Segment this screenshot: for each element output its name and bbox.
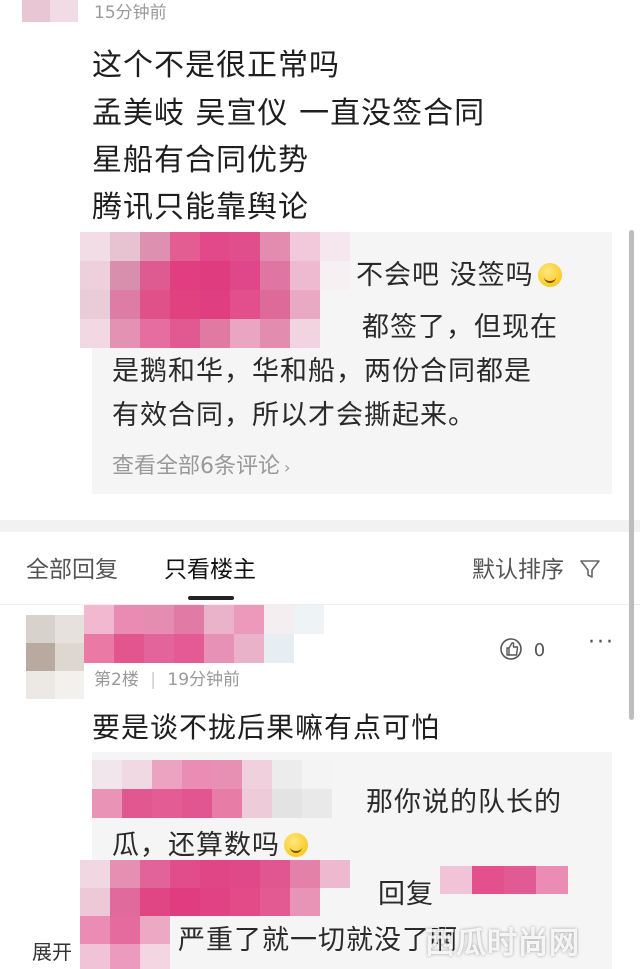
watermark: 西瓜时尚网: [425, 926, 580, 961]
floor2-comment-text: 要是谈不拢后果嘛有点可怕: [92, 711, 441, 744]
floor2-reply1-username-mosaic: [92, 760, 362, 818]
chevron-right-icon: ›: [284, 458, 291, 477]
section-divider: [0, 520, 640, 532]
floor2-meta: 第2楼 | 19分钟前: [94, 670, 241, 690]
floor-number: 第2楼: [94, 670, 139, 690]
floor2-reply2-mid: 回复: [378, 879, 434, 910]
floor2-reply2-username-mosaic: [80, 860, 380, 916]
see-all-label: 查看全部6条评论: [112, 454, 280, 479]
smile-emoji-icon: [284, 833, 308, 857]
floor2-reply2-target-mosaic: [440, 866, 568, 894]
thumbs-up-icon: [500, 638, 522, 660]
comment-time: 15分钟前: [94, 3, 167, 23]
comment-line-4: 腾讯只能靠舆论: [92, 190, 309, 225]
see-all-comments-link[interactable]: 查看全部6条评论 ›: [112, 448, 290, 480]
sort-dropdown[interactable]: 默认排序: [472, 550, 601, 584]
tab-owner-only[interactable]: 只看楼主: [164, 550, 256, 584]
smile-emoji-icon: [537, 263, 562, 287]
tab-all-replies[interactable]: 全部回复: [26, 550, 118, 584]
comment-line-2: 孟美岐 吴宣仪 一直没签合同: [92, 96, 486, 131]
reply-1-content: 不会吧 没签吗: [356, 260, 534, 291]
expand-button[interactable]: 展开: [26, 934, 78, 967]
comment-line-3: 星船有合同优势: [92, 143, 309, 178]
floor2-reply2-user2-mosaic: [80, 916, 170, 969]
active-tab-indicator: [188, 596, 234, 600]
floor2-reply2-tail: 严重了就一切就没了啊: [178, 925, 458, 956]
reply-2-line-3: 有效合同，所以才会撕起来。: [112, 400, 476, 431]
like-button[interactable]: 0: [498, 636, 545, 662]
floor2-time: 19分钟前: [167, 670, 241, 690]
reply-2-line-1: 都签了，但现在: [362, 312, 558, 343]
floor2-username-mosaic: [84, 605, 324, 663]
filter-icon: [580, 560, 601, 578]
comment-line-1: 这个不是很正常吗: [92, 48, 340, 83]
sort-label: 默认排序: [472, 557, 564, 583]
reply-2-line-2: 是鹅和华，华和船，两份合同都是: [112, 356, 532, 387]
floor2-reply1-line2: 瓜，还算数吗: [112, 823, 308, 862]
more-options-icon[interactable]: ···: [588, 630, 615, 655]
like-count: 0: [533, 640, 546, 661]
avatar-top[interactable]: [22, 0, 78, 22]
scrollbar[interactable]: [629, 230, 634, 720]
floor2-reply1-line1: 那你说的队长的: [366, 787, 562, 818]
avatar-floor2[interactable]: [26, 615, 84, 699]
reply-1-text: 不会吧 没签吗: [356, 253, 562, 292]
floor2-reply1-line2-text: 瓜，还算数吗: [112, 830, 280, 861]
reply-username-mosaic: [80, 232, 350, 348]
